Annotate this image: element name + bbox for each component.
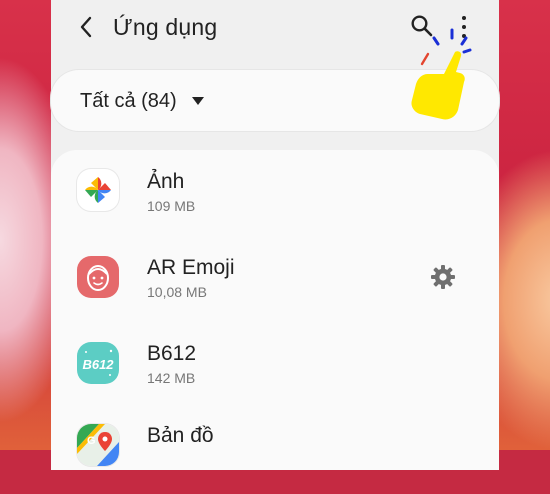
app-name: Bản đồ xyxy=(147,424,214,447)
app-name: Ảnh xyxy=(147,170,185,193)
svg-text:G: G xyxy=(87,435,96,447)
svg-text:B612: B612 xyxy=(82,357,114,372)
triangle-down-icon xyxy=(192,97,204,105)
app-name: AR Emoji xyxy=(147,256,235,279)
app-size: 109 MB xyxy=(147,198,196,214)
back-button[interactable] xyxy=(73,13,99,41)
app-list: Ảnh 109 MB AR Emoji 10,08 MB B612 B612 1… xyxy=(51,150,499,470)
app-size: 10,08 MB xyxy=(147,284,207,300)
b612-icon: B612 xyxy=(77,342,119,384)
google-photos-icon xyxy=(77,169,119,211)
app-size: 142 MB xyxy=(147,370,196,386)
google-maps-icon: G xyxy=(77,424,119,466)
pointer-hand-icon xyxy=(411,28,472,120)
page-title: Ứng dụng xyxy=(113,14,218,40)
list-item[interactable]: G Bản đồ xyxy=(51,408,499,494)
app-name: B612 xyxy=(147,342,197,365)
gear-icon[interactable] xyxy=(430,264,456,290)
chevron-left-icon xyxy=(80,16,92,38)
list-item[interactable]: Ảnh 109 MB xyxy=(51,150,499,236)
filter-label: Tất cả (84) xyxy=(80,90,177,112)
ar-emoji-icon xyxy=(77,256,119,298)
list-item[interactable]: B612 B612 142 MB xyxy=(51,322,499,408)
